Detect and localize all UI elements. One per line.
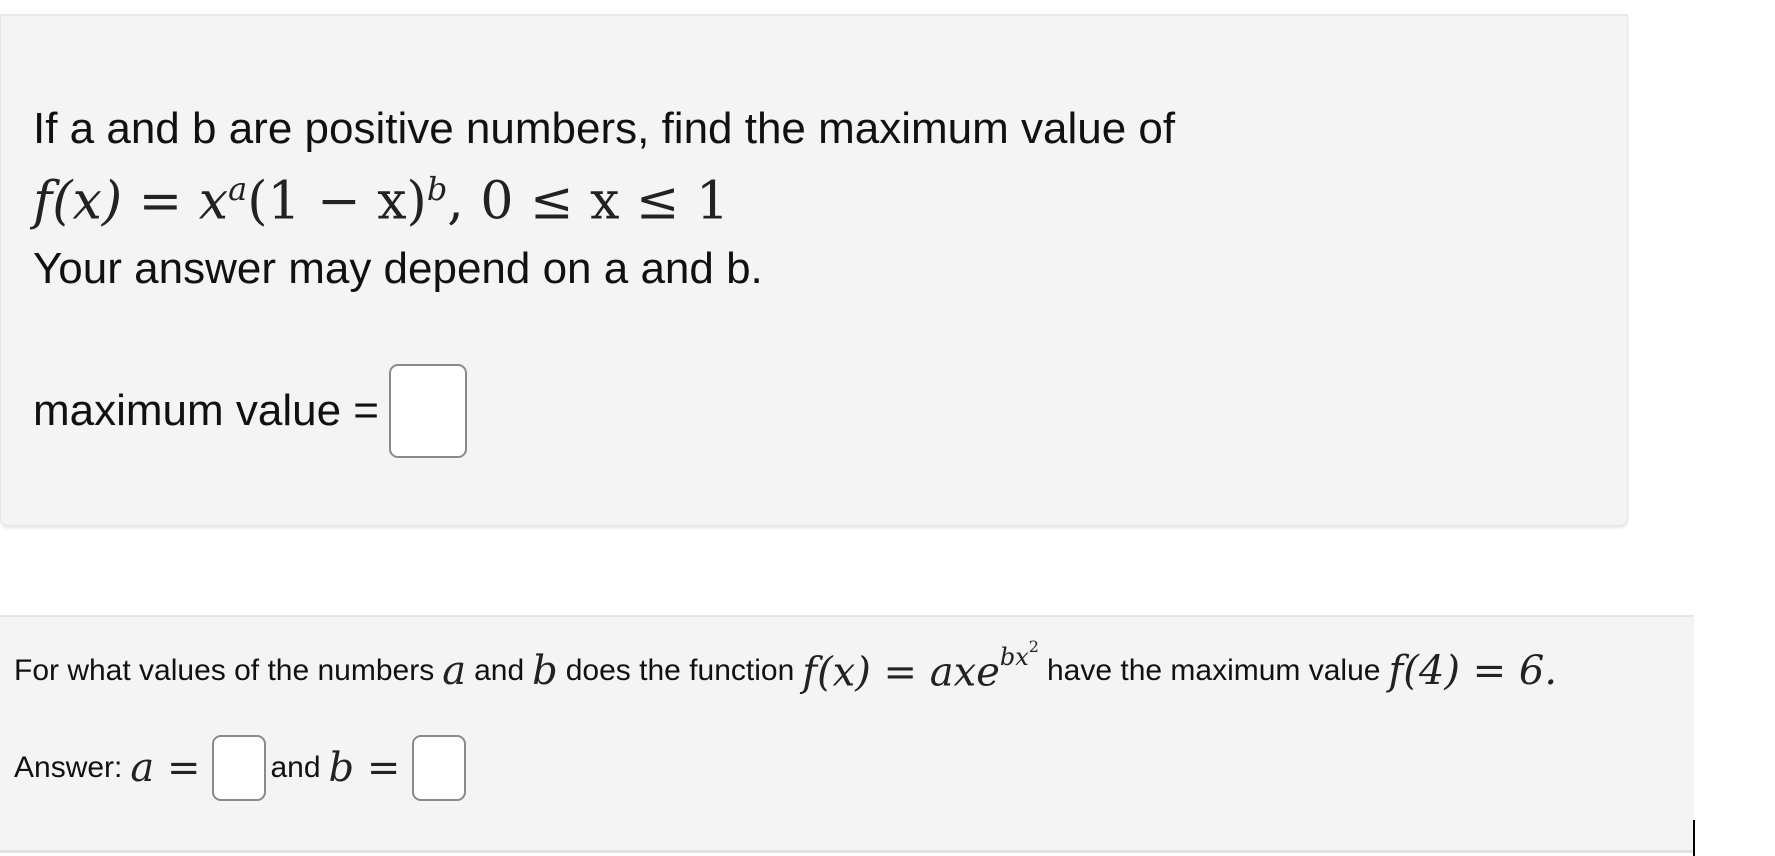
b-equals: b = <box>328 745 401 791</box>
exponent-power: 2 <box>1028 637 1039 656</box>
function-expression: f(x) = axebx2 <box>802 637 1039 696</box>
function-lhs: f(x) = axe <box>802 649 1000 696</box>
prompt-mid2: have the maximum value <box>1046 654 1381 688</box>
formula-exponent-a: a <box>228 170 248 208</box>
b-value-input[interactable] <box>412 735 467 801</box>
formula-lhs: f(x) = <box>33 171 199 232</box>
formula-factor: (1 − x) <box>247 171 427 232</box>
prompt-mid: does the function <box>565 654 795 688</box>
question-2-answer-row: Answer: a = and b = <box>14 735 470 801</box>
max-value-input[interactable] <box>389 364 468 458</box>
prompt-and: and <box>474 654 525 688</box>
function-exponent: bx2 <box>999 637 1039 671</box>
question-2-prompt: For what values of the numbers a and b d… <box>14 637 1565 696</box>
answer-and: and <box>270 751 321 784</box>
question-1-note: Your answer may depend on a and b. <box>33 244 763 293</box>
formula-base: x <box>198 171 229 232</box>
var-b: b <box>532 648 558 695</box>
formula-exponent-b: b <box>426 170 448 208</box>
prompt-start: For what values of the numbers <box>14 654 435 688</box>
formula-domain: , 0 ≤ x ≤ 1 <box>447 171 730 232</box>
max-value-label: maximum value = <box>33 386 380 435</box>
a-equals: a = <box>130 745 201 791</box>
a-value-input[interactable] <box>212 735 267 801</box>
question-1-answer-row: maximum value = <box>33 364 468 458</box>
exponent-base: bx <box>999 643 1029 671</box>
text-cursor <box>1693 820 1695 856</box>
question-1-formula: f(x) = xa(1 − x)b, 0 ≤ x ≤ 1 <box>33 170 729 231</box>
max-expression: f(4) = 6. <box>1388 648 1558 695</box>
answer-label: Answer: <box>14 751 123 784</box>
question-1-panel: If a and b are positive numbers, find th… <box>0 14 1628 526</box>
var-a: a <box>442 648 467 695</box>
question-2-panel: For what values of the numbers a and b d… <box>0 615 1694 853</box>
question-1-prompt: If a and b are positive numbers, find th… <box>33 104 1176 153</box>
